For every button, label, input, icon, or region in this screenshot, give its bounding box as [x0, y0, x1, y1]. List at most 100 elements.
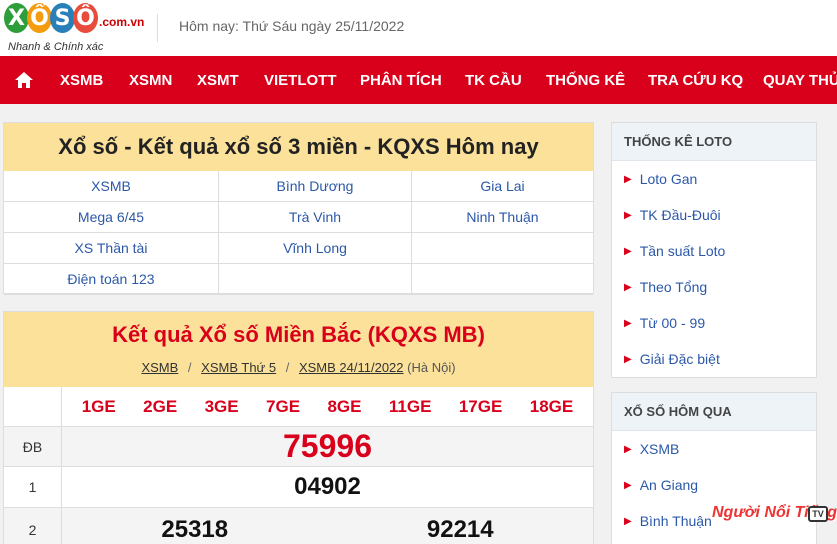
breadcrumb-weekday[interactable]: XSMB Thứ 5	[201, 360, 276, 375]
quick-link-empty	[219, 264, 412, 295]
quick-links-grid: XSMB Bình Dương Gia Lai Mega 6/45 Trà Vi…	[4, 171, 593, 295]
sidebar-item-label: Theo Tổng	[639, 279, 708, 295]
caret-right-icon: ▶	[624, 173, 632, 185]
prize-codes: 1GE 2GE 3GE 7GE 8GE 11GE 17GE 18GE	[62, 387, 593, 426]
sidebar-item-xsmb[interactable]: ▶ XSMB	[612, 431, 816, 467]
sidebar-item-label: TK Đầu-Đuôi	[639, 207, 721, 223]
quick-link[interactable]: XS Thần tài	[4, 233, 219, 264]
caret-right-icon: ▶	[624, 443, 632, 455]
prize-row-first: 1 04902	[4, 467, 593, 508]
site-logo[interactable]: X Ổ S Ố .com.vn Nhanh & Chính xác	[4, 3, 154, 53]
quick-link[interactable]: Trà Vinh	[219, 202, 412, 233]
prize-code: 17GE	[458, 396, 503, 416]
logo-letter: X	[4, 3, 29, 33]
prize-label: 1	[4, 467, 62, 507]
prize-row-second: 2 25318 92214	[4, 508, 593, 544]
quick-link[interactable]: Vĩnh Long	[219, 233, 412, 264]
caret-right-icon: ▶	[624, 515, 632, 527]
nav-thong-ke[interactable]: THỐNG KÊ	[546, 72, 625, 89]
top-header: X Ổ S Ố .com.vn Nhanh & Chính xác Hôm na…	[0, 0, 837, 56]
logo-letter: Ổ	[27, 3, 52, 33]
quick-link[interactable]: Mega 6/45	[4, 202, 219, 233]
breadcrumb: XSMB / XSMB Thứ 5 / XSMB 24/11/2022 (Hà …	[4, 360, 593, 375]
caret-right-icon: ▶	[624, 317, 632, 329]
header-divider	[157, 14, 158, 42]
home-icon	[15, 72, 33, 88]
sidebar-stats-title: THỐNG KÊ LOTO	[612, 123, 816, 161]
prize-label: 2	[4, 508, 62, 544]
sidebar-item-label: Từ 00 - 99	[639, 315, 706, 331]
sidebar-item-label: Bình Thuận	[639, 513, 712, 529]
nav-xsmb[interactable]: XSMB	[60, 72, 103, 89]
logo-letter: S	[50, 3, 75, 33]
nav-phan-tich[interactable]: PHÂN TÍCH	[360, 72, 442, 89]
prize-values: 25318 92214	[62, 508, 593, 544]
codes-label-cell	[4, 387, 62, 426]
sidebar-item-label: An Giang	[639, 477, 699, 493]
sidebar-item-label: XSMB	[639, 441, 680, 457]
quick-link[interactable]: Ninh Thuận	[412, 202, 593, 233]
prize-code: 3GE	[204, 396, 239, 416]
sidebar-item-theo-tong[interactable]: ▶ Theo Tổng	[612, 269, 816, 305]
results-card: Kết quả Xổ số Miền Bắc (KQXS MB) XSMB / …	[3, 311, 594, 544]
watermark-badge: TV	[808, 506, 828, 522]
caret-right-icon: ▶	[624, 479, 632, 491]
logo-mark: X Ổ S Ố	[4, 3, 98, 39]
prize-code: 11GE	[388, 396, 432, 416]
prize-number: 92214	[426, 515, 494, 543]
results-title: Kết quả Xổ số Miền Bắc (KQXS MB)	[112, 322, 485, 347]
quick-links-card: Xổ số - Kết quả xổ số 3 miền - KQXS Hôm …	[3, 122, 594, 295]
prize-code: 1GE	[81, 396, 116, 416]
nav-xsmn[interactable]: XSMN	[129, 72, 172, 89]
sidebar-item-giai-dac-biet[interactable]: ▶ Giải Đặc biệt	[612, 341, 816, 377]
prize-code: 2GE	[143, 396, 178, 416]
quick-link[interactable]: Bình Dương	[219, 171, 412, 202]
breadcrumb-region: (Hà Nội)	[407, 360, 456, 375]
nav-tra-cuu-kq[interactable]: TRA CỨU KQ	[648, 72, 743, 89]
prize-code: 8GE	[327, 396, 362, 416]
logo-domain: .com.vn	[99, 15, 145, 29]
nav-home[interactable]	[0, 56, 48, 104]
caret-right-icon: ▶	[624, 245, 632, 257]
prize-row-special: ĐB 75996	[4, 427, 593, 467]
prize-code: 7GE	[266, 396, 301, 416]
prize-number: 25318	[161, 515, 229, 543]
sidebar-yesterday-title: XỔ SỐ HÔM QUA	[612, 393, 816, 431]
main-nav: XSMB XSMN XSMT VIETLOTT PHÂN TÍCH TK CẦU…	[0, 56, 837, 104]
sidebar-item-tan-suat[interactable]: ▶ Tần suất Loto	[612, 233, 816, 269]
prize-values: 04902	[62, 467, 593, 507]
nav-vietlott[interactable]: VIETLOTT	[264, 72, 337, 89]
prize-number: 04902	[294, 473, 361, 500]
logo-slogan: Nhanh & Chính xác	[8, 41, 104, 53]
today-date: Hôm nay: Thứ Sáu ngày 25/11/2022	[179, 18, 405, 34]
quick-link[interactable]: Gia Lai	[412, 171, 593, 202]
results-header: Kết quả Xổ số Miền Bắc (KQXS MB) XSMB / …	[4, 312, 593, 387]
nav-tk-cau[interactable]: TK CẦU	[465, 72, 522, 89]
breadcrumb-separator: /	[285, 360, 290, 375]
prize-label: ĐB	[4, 427, 62, 466]
sidebar-item-an-giang[interactable]: ▶ An Giang	[612, 467, 816, 503]
codes-row: 1GE 2GE 3GE 7GE 8GE 11GE 17GE 18GE	[4, 387, 593, 427]
quick-link-empty	[412, 233, 593, 264]
breadcrumb-separator: /	[187, 360, 192, 375]
quick-link[interactable]: XSMB	[4, 171, 219, 202]
caret-right-icon: ▶	[624, 353, 632, 365]
sidebar-item-label: Tần suất Loto	[639, 243, 726, 259]
prize-code: 18GE	[529, 396, 574, 416]
sidebar-item-label: Loto Gan	[639, 171, 698, 187]
breadcrumb-date[interactable]: XSMB 24/11/2022	[299, 360, 404, 375]
sidebar-item-00-99[interactable]: ▶ Từ 00 - 99	[612, 305, 816, 341]
quick-link-empty	[412, 264, 593, 295]
nav-xsmt[interactable]: XSMT	[197, 72, 239, 89]
breadcrumb-xsmb[interactable]: XSMB	[141, 360, 178, 375]
sidebar-item-dau-duoi[interactable]: ▶ TK Đầu-Đuôi	[612, 197, 816, 233]
prize-values: 75996	[62, 427, 593, 466]
nav-quay-thu[interactable]: QUAY THỬ	[763, 72, 837, 89]
logo-letter: Ố	[73, 3, 98, 33]
sidebar-item-loto-gan[interactable]: ▶ Loto Gan	[612, 161, 816, 197]
sidebar-stats: THỐNG KÊ LOTO ▶ Loto Gan ▶ TK Đầu-Đuôi ▶ Tầ…	[611, 122, 817, 378]
quick-link[interactable]: Điện toán 123	[4, 264, 219, 295]
page-title: Xổ số - Kết quả xổ số 3 miền - KQXS Hôm …	[4, 123, 593, 171]
caret-right-icon: ▶	[624, 209, 632, 221]
caret-right-icon: ▶	[624, 281, 632, 293]
